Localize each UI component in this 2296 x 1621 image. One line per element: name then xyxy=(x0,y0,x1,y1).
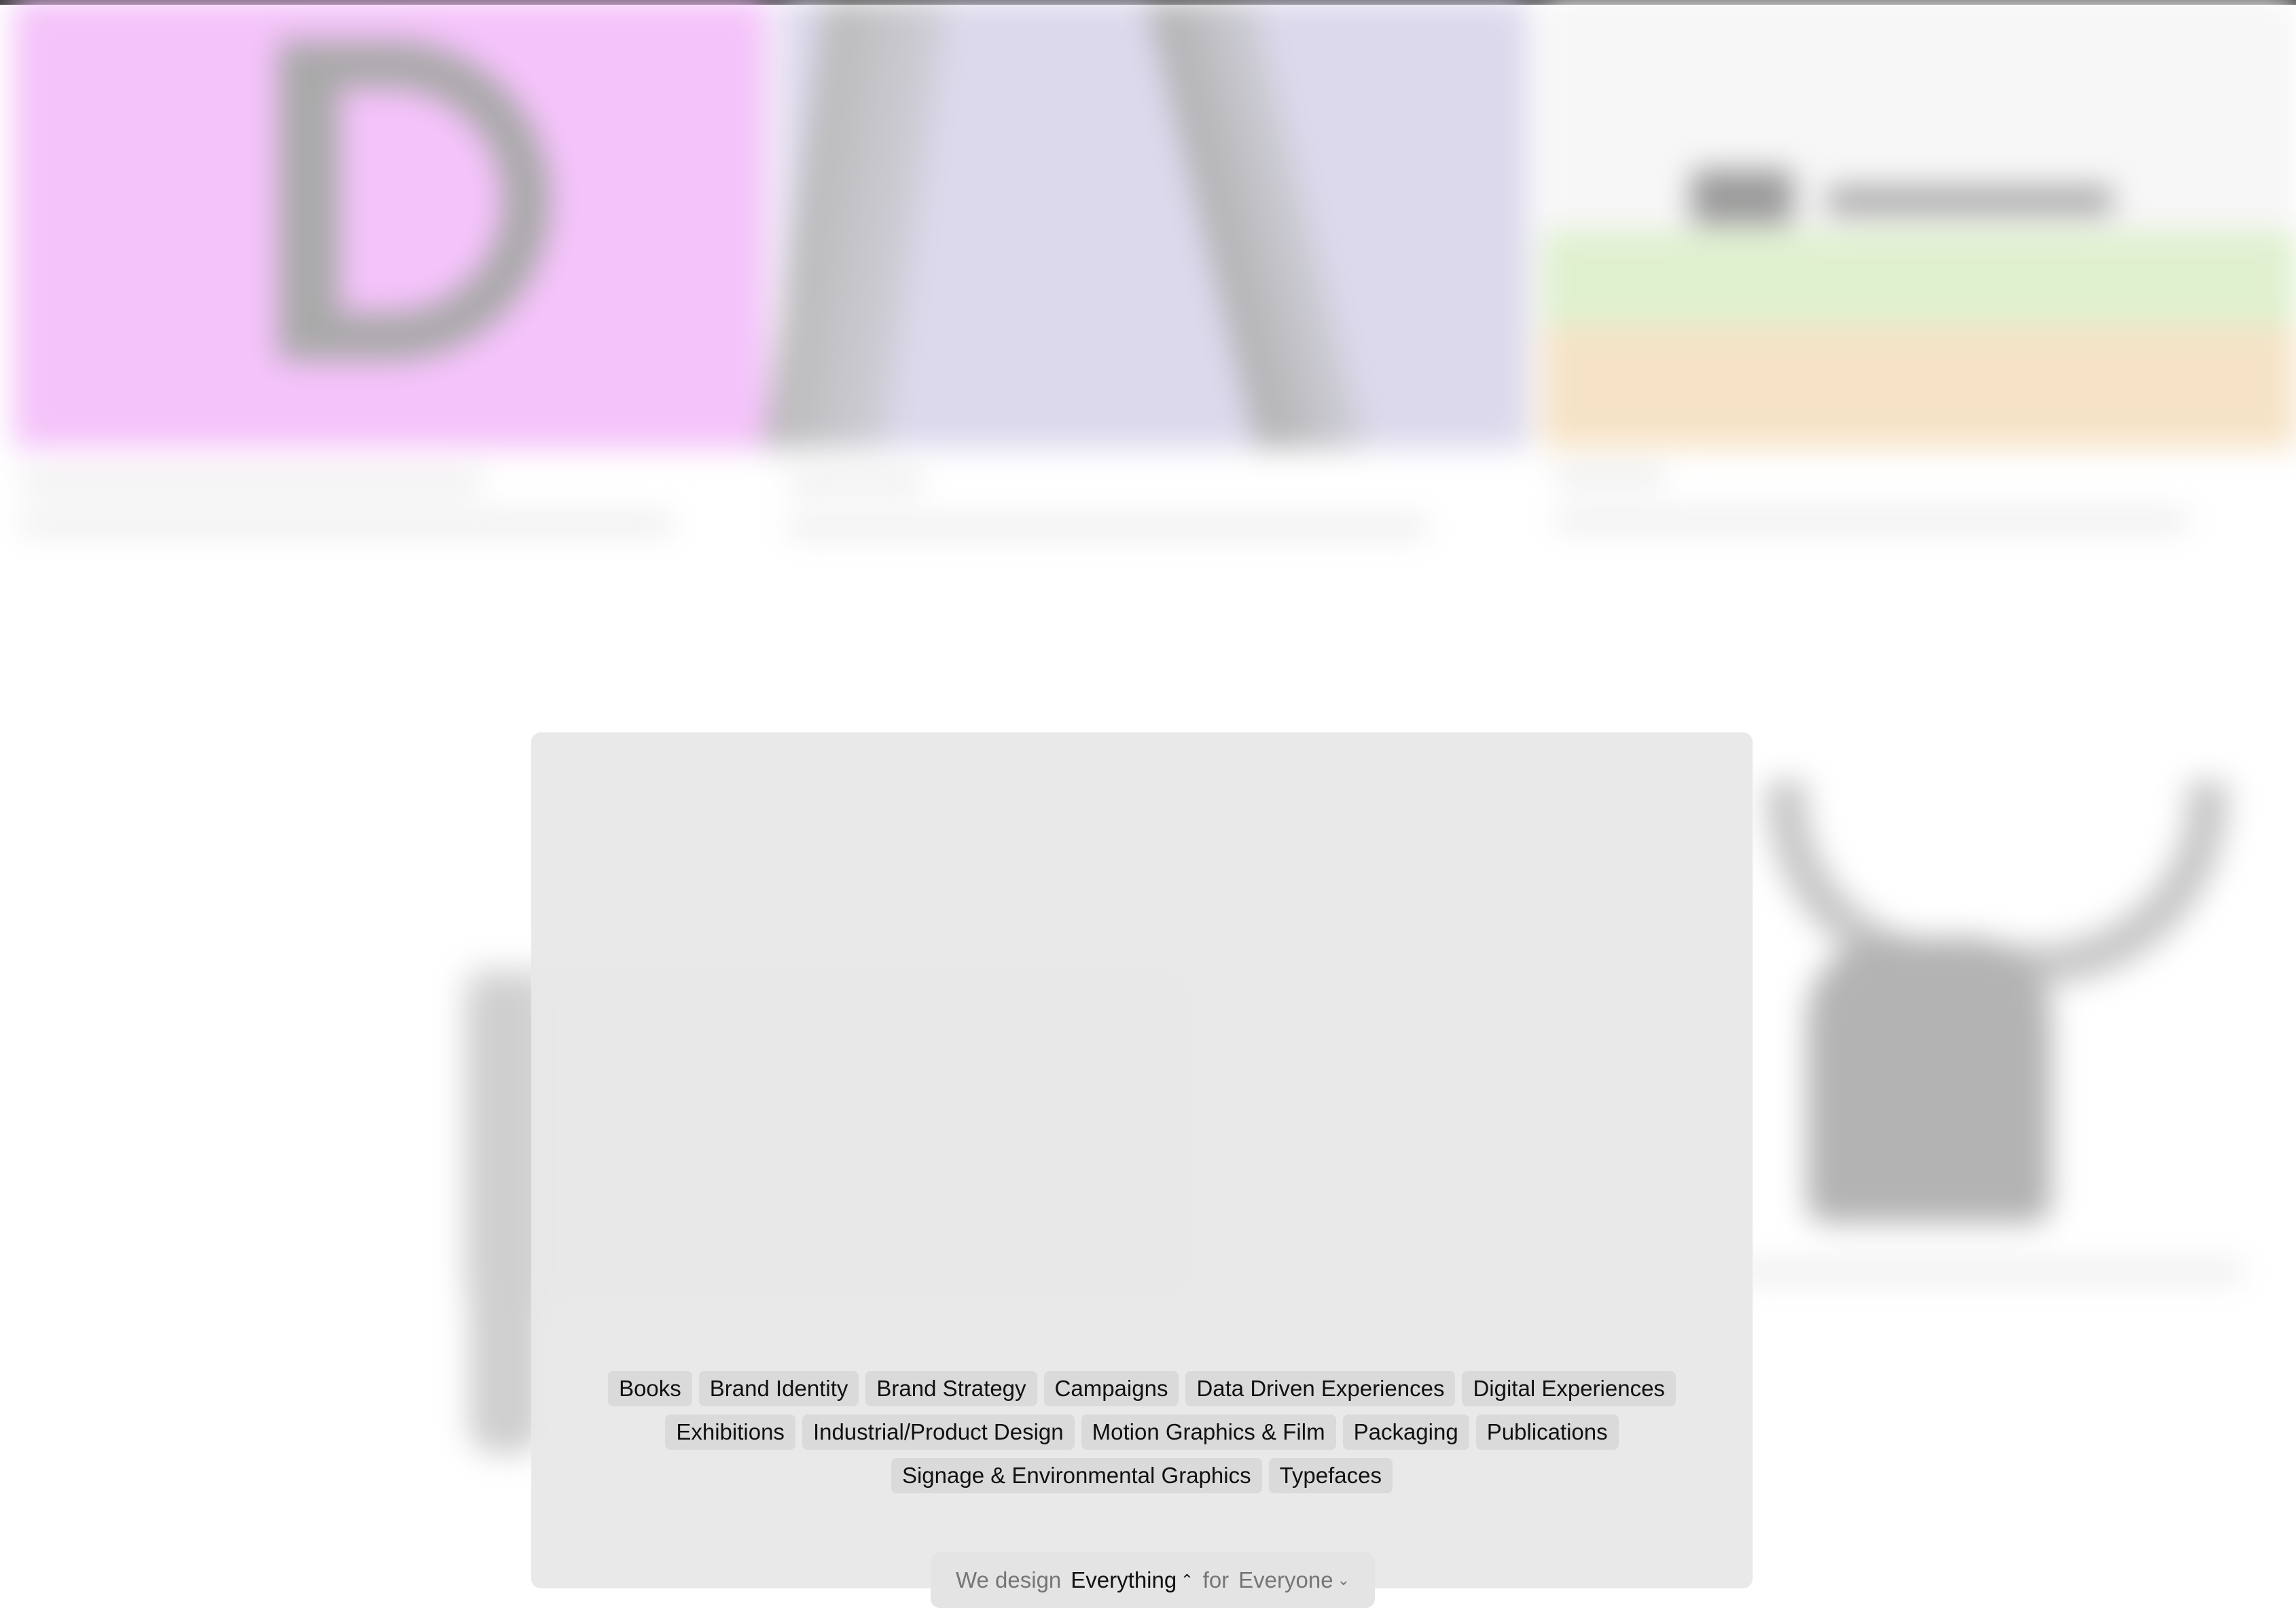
filter-connector-label: for xyxy=(1202,1567,1230,1592)
tag-row-3: Signage & Environmental Graphics Typefac… xyxy=(891,1458,1393,1493)
project-3-wordmark xyxy=(1827,187,2113,214)
what-dropdown[interactable]: Everything ⌃ xyxy=(1071,1567,1193,1593)
project-5-deer-shape[interactable] xyxy=(1807,938,2051,1223)
chevron-down-icon: ⌄ xyxy=(1337,1571,1350,1588)
tag-typefaces[interactable]: Typefaces xyxy=(1268,1458,1393,1493)
tag-digital-experiences[interactable]: Digital Experiences xyxy=(1462,1371,1676,1406)
project-3-band-green xyxy=(1542,231,2296,326)
project-1-logo-shape xyxy=(279,41,550,360)
tag-row-2: Exhibitions Industrial/Product Design Mo… xyxy=(665,1414,1619,1450)
project-tile-1[interactable] xyxy=(14,0,768,448)
tag-brand-identity[interactable]: Brand Identity xyxy=(698,1371,859,1406)
project-tile-2[interactable] xyxy=(763,0,1528,448)
tag-packaging[interactable]: Packaging xyxy=(1342,1414,1469,1450)
project-3-caption-line-2 xyxy=(1556,513,2187,528)
project-2-caption xyxy=(788,476,924,491)
what-dropdown-value: Everything xyxy=(1071,1567,1177,1592)
tag-industrial-product-design[interactable]: Industrial/Product Design xyxy=(802,1414,1075,1450)
project-tile-3[interactable] xyxy=(1542,0,2296,448)
design-filter-bar: We design Everything ⌃ for Everyone ⌄ xyxy=(931,1552,1375,1608)
project-2-caption-line-2 xyxy=(788,520,1427,535)
tag-exhibitions[interactable]: Exhibitions xyxy=(665,1414,795,1450)
tag-motion-graphics-film[interactable]: Motion Graphics & Film xyxy=(1081,1414,1336,1450)
project-3-caption xyxy=(1556,469,1664,484)
filter-prefix-label: We design xyxy=(955,1567,1062,1592)
project-2-shape-right xyxy=(1146,0,1367,448)
project-3-band-orange xyxy=(1542,326,2296,448)
who-dropdown[interactable]: Everyone ⌄ xyxy=(1238,1567,1350,1593)
tag-data-driven-experiences[interactable]: Data Driven Experiences xyxy=(1185,1371,1456,1406)
tag-signage-environmental-graphics[interactable]: Signage & Environmental Graphics xyxy=(891,1458,1262,1493)
project-1-caption-line-2 xyxy=(20,516,672,531)
tag-publications[interactable]: Publications xyxy=(1475,1414,1619,1450)
project-1-caption xyxy=(20,476,482,491)
project-2-shape-left xyxy=(763,0,949,448)
who-dropdown-value: Everyone xyxy=(1238,1567,1333,1592)
tag-brand-strategy[interactable]: Brand Strategy xyxy=(865,1371,1037,1406)
tag-books[interactable]: Books xyxy=(608,1371,692,1406)
category-tag-list: Books Brand Identity Brand Strategy Camp… xyxy=(531,1371,1753,1493)
page: Books Brand Identity Brand Strategy Camp… xyxy=(0,0,2296,1621)
chevron-up-icon: ⌃ xyxy=(1181,1571,1194,1588)
tag-campaigns[interactable]: Campaigns xyxy=(1043,1371,1179,1406)
project-3-logo-mark xyxy=(1691,170,1793,224)
project-5-caption xyxy=(1739,1264,2242,1279)
tag-row-1: Books Brand Identity Brand Strategy Camp… xyxy=(608,1371,1676,1406)
